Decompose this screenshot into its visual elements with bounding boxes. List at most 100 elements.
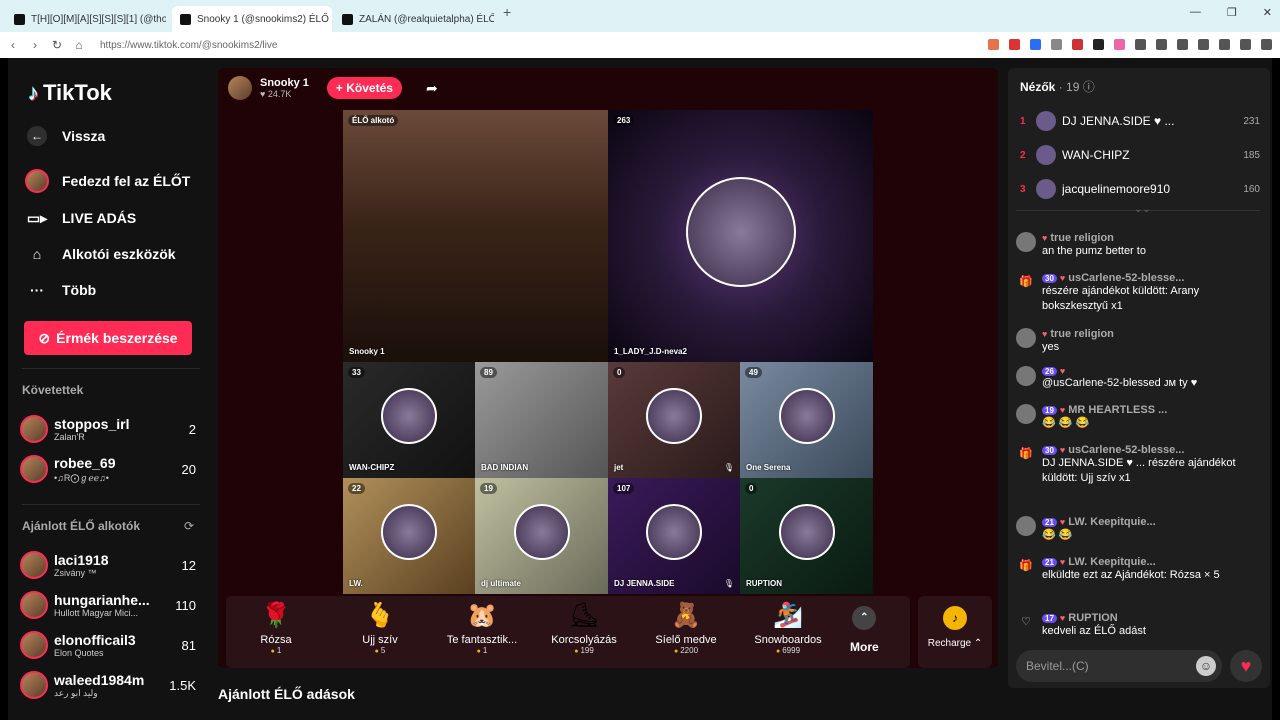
avatar[interactable] xyxy=(1016,328,1036,348)
download-icon[interactable] xyxy=(1240,39,1251,50)
more-gifts-button[interactable]: ⌃ More xyxy=(850,606,879,654)
extension-icon[interactable] xyxy=(1114,39,1125,50)
wallet-icon[interactable] xyxy=(1219,39,1230,50)
tiktok-favicon-icon xyxy=(342,13,353,25)
avatar[interactable] xyxy=(1016,232,1036,252)
minimize-icon[interactable]: — xyxy=(1190,6,1201,19)
info-icon[interactable]: ⓘ xyxy=(1083,80,1095,94)
chat-input[interactable]: Bevitel...(C) xyxy=(1016,650,1222,682)
more-dots-icon: ··· xyxy=(30,282,44,298)
message-user[interactable]: true religion xyxy=(1050,232,1114,244)
top-viewer-row[interactable]: 1 DJ JENNA.SIDE ♥ ... 231 xyxy=(1020,110,1260,132)
tile-badge: 0 xyxy=(613,367,626,378)
guest-tile[interactable]: 107 DJ JENNA.SIDE 🎙 xyxy=(608,478,740,594)
extension-icon[interactable] xyxy=(1009,39,1020,50)
message-body: 26 ♥ @usCarlene-52-blessed ᴊᴍ ty ♥ xyxy=(1042,366,1260,391)
forward-icon[interactable]: › xyxy=(26,38,44,52)
message-user[interactable]: RUPTION xyxy=(1068,612,1118,624)
gift-item[interactable]: ⛸ Korcsolyázás199 xyxy=(534,602,634,655)
guest-tile[interactable]: 19 dj ultimate xyxy=(475,478,608,594)
guest-tile[interactable]: 49 One Serena xyxy=(740,362,873,478)
account-row[interactable]: robee_69 •♫R⨀ℊℯℯ♫• 20 xyxy=(20,452,196,486)
guest-tile[interactable]: ÉLŐ alkotó Snooky 1 xyxy=(343,110,608,362)
guest-tile[interactable]: 33 WAN-CHIPZ xyxy=(343,362,475,478)
extension-icon[interactable] xyxy=(1093,39,1104,50)
extension-icon[interactable] xyxy=(1030,39,1041,50)
message-user[interactable]: LW. Keepitquie... xyxy=(1068,516,1155,528)
music-icon[interactable] xyxy=(1177,39,1188,50)
puzzle-icon[interactable] xyxy=(1135,39,1146,50)
host-avatar[interactable] xyxy=(228,76,252,100)
get-coins-button[interactable]: ⊘ Érmék beszerzése xyxy=(24,321,192,355)
guest-tile[interactable]: 22 LW. xyxy=(343,478,475,594)
url-field[interactable]: https://www.tiktok.com/@snookims2/live xyxy=(100,40,277,51)
top-viewer-row[interactable]: 2 WAN-CHIPZ 185 xyxy=(1020,144,1260,166)
back-icon[interactable]: ‹ xyxy=(4,38,22,52)
fan-badge-icon: ♥ xyxy=(1059,445,1066,455)
sidebar-icon[interactable] xyxy=(1198,39,1209,50)
account-row[interactable]: waleed1984m وليد ابو رعد 1.5K xyxy=(20,668,196,702)
restore-icon[interactable]: ❐ xyxy=(1227,6,1237,19)
account-row[interactable]: stoppos_irl Zalan'R 2 xyxy=(20,412,196,446)
message-header: 26 ♥ xyxy=(1042,366,1260,376)
gift-price: 1 xyxy=(432,646,532,655)
follow-button[interactable]: + Követés xyxy=(326,77,402,99)
message-user[interactable]: true religion xyxy=(1050,328,1114,340)
nav-live-studio[interactable]: ▭▸ LIVE ADÁS xyxy=(24,204,136,232)
gift-label: Snowboardos xyxy=(754,634,822,646)
chat-message: 19 ♥ MR HEARTLESS ... 😂 😂 😂 xyxy=(1016,404,1260,431)
emoji-icon[interactable]: ☺ xyxy=(1196,656,1216,676)
host-name[interactable]: Snooky 1 xyxy=(260,77,309,89)
chat-message: 21 ♥ LW. Keepitquie... 😂 😂 xyxy=(1016,516,1260,543)
guest-tile[interactable]: 0 RUPTION xyxy=(740,478,873,594)
nav-explore-live[interactable]: Fedezd fel az ÉLŐT xyxy=(24,167,190,195)
message-user[interactable]: MR HEARTLESS ... xyxy=(1068,404,1167,416)
extension-icon[interactable] xyxy=(1051,39,1062,50)
gift-item[interactable]: 🧸 Síelő medve2200 xyxy=(636,602,736,655)
guest-tile[interactable]: 89 BAD INDIAN xyxy=(475,362,608,478)
account-row[interactable]: laci1918 Zsivány ™ 12 xyxy=(20,548,196,582)
avatar[interactable] xyxy=(1016,404,1036,424)
home-icon[interactable]: ⌂ xyxy=(70,38,88,52)
share-icon[interactable]: ➦ xyxy=(426,80,438,97)
guest-avatar xyxy=(381,504,437,560)
nav-back[interactable]: ← Vissza xyxy=(24,122,105,150)
tile-name: One Serena xyxy=(746,463,791,472)
nav-creator-tools[interactable]: ⌂ Alkotói eszközök xyxy=(24,240,176,268)
browser-tab[interactable]: Snooky 1 (@snookims2) ÉLŐ× xyxy=(172,6,332,32)
tiktok-logo[interactable]: ♪ TikTok xyxy=(28,80,112,106)
recharge-button[interactable]: ♪ Recharge ⌃ xyxy=(918,596,992,668)
gift-item[interactable]: 🌹 Rózsa1 xyxy=(226,602,326,655)
browser-tab[interactable]: T[H][O][M][A][S][S][S][1] (@thomasss1)× xyxy=(6,6,166,32)
reload-icon[interactable]: ↻ xyxy=(48,38,66,52)
account-row[interactable]: hungarianhe... Hullott Magyar Mici... 110 xyxy=(20,588,196,622)
extension-icon[interactable] xyxy=(1072,39,1083,50)
close-window-icon[interactable]: ✕ xyxy=(1263,6,1272,19)
message-user[interactable]: usCarlene-52-blesse... xyxy=(1068,272,1184,284)
account-name: laci1918 xyxy=(54,552,109,568)
gift-item[interactable]: 🏂 Snowboardos6999 xyxy=(738,602,838,655)
top-viewer-row[interactable]: 3 jacquelinemoore910 160 xyxy=(1020,178,1260,200)
chat-message: ♥ true religion an the pumz better to xyxy=(1016,232,1260,259)
nav-more[interactable]: ··· Több xyxy=(24,276,96,304)
refresh-icon[interactable]: ⟳ xyxy=(184,519,194,533)
avatar[interactable] xyxy=(1016,516,1036,536)
menu-icon[interactable] xyxy=(1261,39,1272,50)
gift-price: 2200 xyxy=(636,646,736,655)
message-user[interactable]: usCarlene-52-blesse... xyxy=(1068,444,1184,456)
brave-shield-icon[interactable] xyxy=(988,39,999,50)
browser-tab[interactable]: ZALÁN (@realquietalpha) ÉLŐ× xyxy=(334,6,494,32)
like-heart-button[interactable]: ♥ xyxy=(1230,650,1262,682)
new-tab-button[interactable]: + xyxy=(503,4,511,20)
message-user[interactable]: LW. Keepitquie... xyxy=(1068,556,1155,568)
account-row[interactable]: elonofficail3 Elon Quotes 81 xyxy=(20,628,196,662)
avatar[interactable] xyxy=(1016,366,1036,386)
chevron-down-icon[interactable]: ⌄⌄ xyxy=(1134,204,1151,215)
guest-tile[interactable]: 0 jet 🎙 xyxy=(608,362,740,478)
tile-badge: 0 xyxy=(745,483,758,494)
tile-badge: 22 xyxy=(348,483,365,494)
extension-icon[interactable] xyxy=(1156,39,1167,50)
gift-item[interactable]: 🐹 Te fantasztik...1 xyxy=(432,602,532,655)
guest-tile[interactable]: 263 1_LADY_J.D-neva2 xyxy=(608,110,873,362)
gift-item[interactable]: 🫰 Ujj szív5 xyxy=(330,602,430,655)
